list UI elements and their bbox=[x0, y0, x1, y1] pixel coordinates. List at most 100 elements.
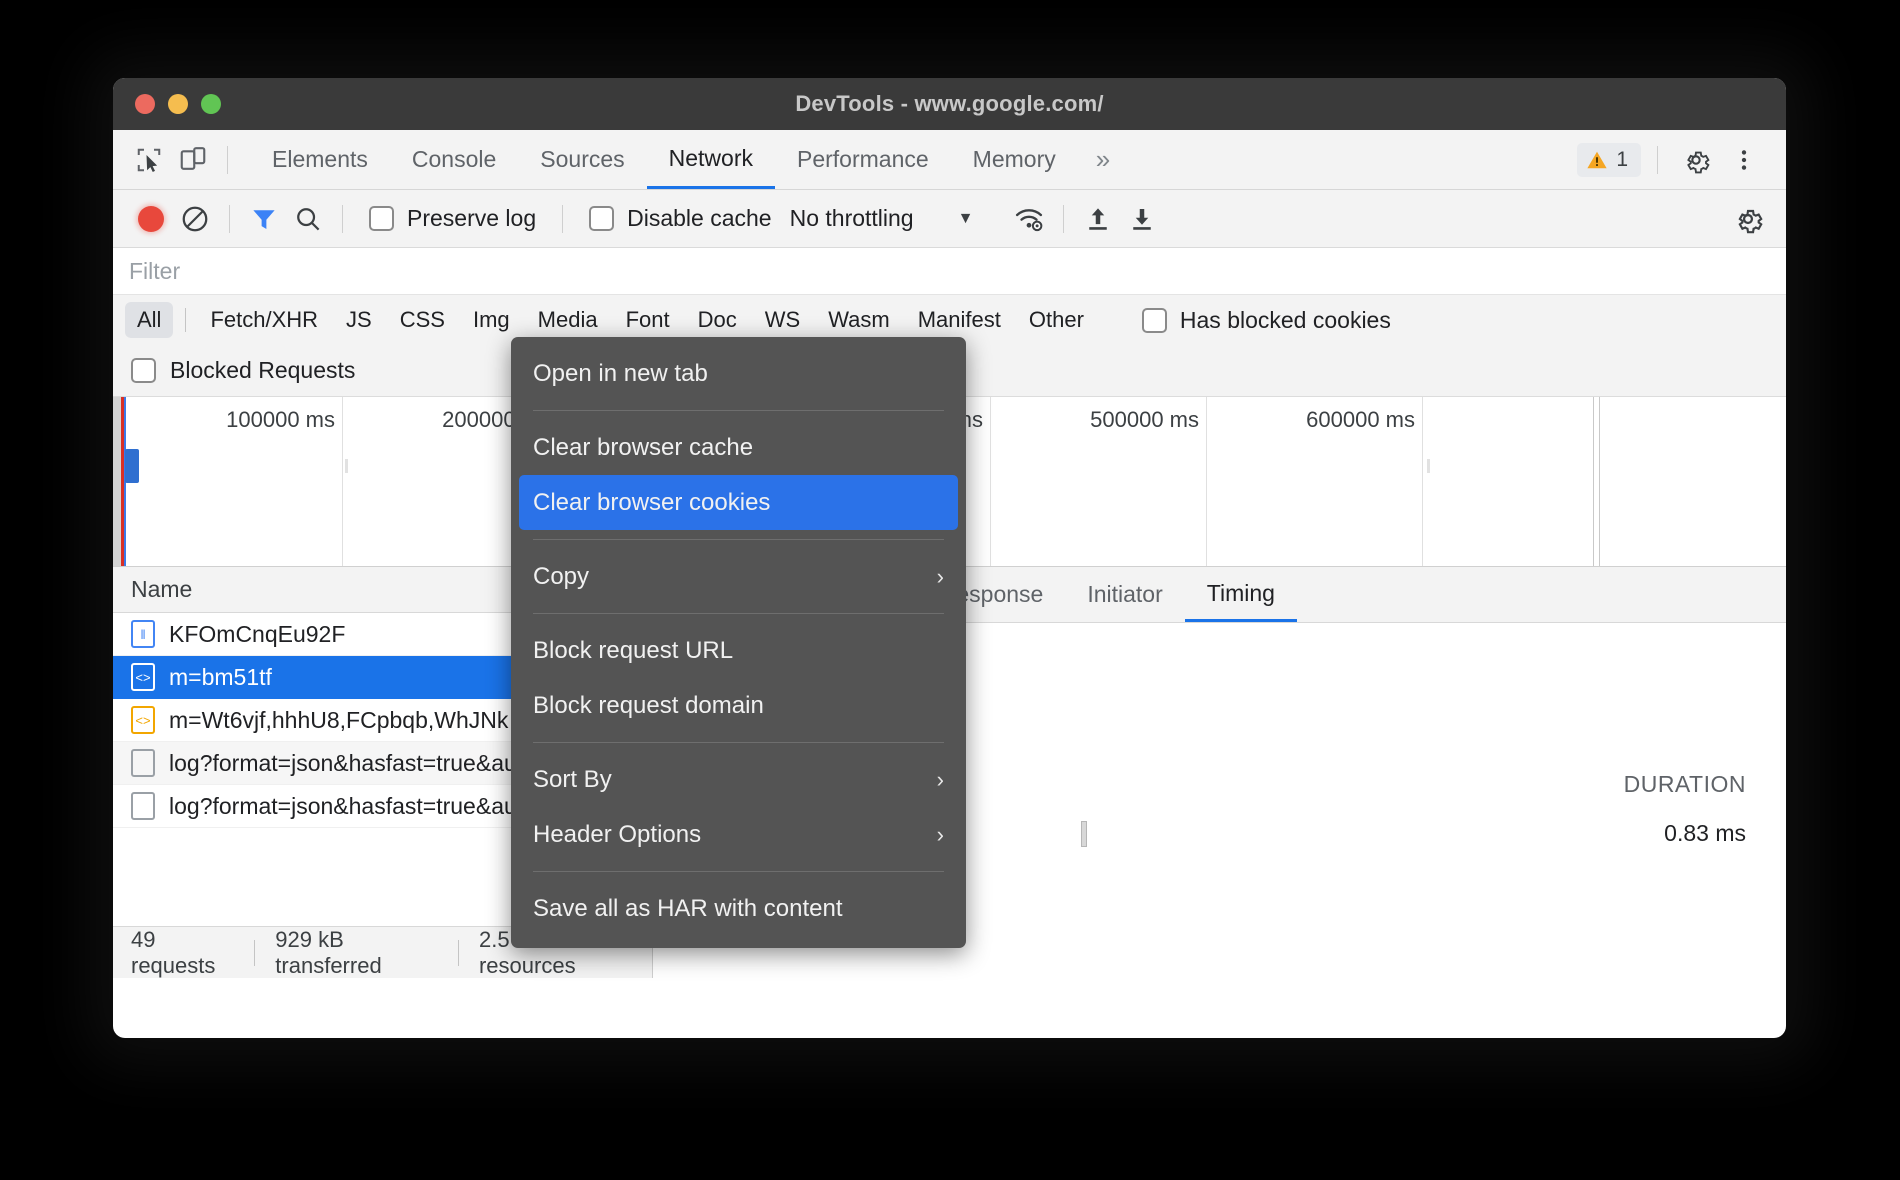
type-chip-other[interactable]: Other bbox=[1017, 302, 1096, 338]
tabstrip-right-controls: 1 bbox=[1577, 138, 1772, 182]
timing-row-value: 0.83 ms bbox=[1664, 820, 1746, 847]
menu-item-header-options[interactable]: Header Options › bbox=[511, 807, 966, 862]
toolbar-divider-4 bbox=[1063, 205, 1064, 233]
wifi-settings-icon[interactable] bbox=[1007, 197, 1051, 241]
has-blocked-cookies-checkbox[interactable] bbox=[1142, 308, 1167, 333]
preserve-log-checkbox[interactable] bbox=[369, 206, 394, 231]
overview-tick-label: 100000 ms bbox=[226, 407, 335, 433]
type-chip-img[interactable]: Img bbox=[461, 302, 522, 338]
tab-memory[interactable]: Memory bbox=[951, 130, 1078, 189]
type-chip-manifest[interactable]: Manifest bbox=[906, 302, 1013, 338]
type-chip-font[interactable]: Font bbox=[614, 302, 682, 338]
upload-arrow-icon[interactable] bbox=[1076, 197, 1120, 241]
toolbar-divider-3 bbox=[562, 205, 563, 233]
generic-file-icon bbox=[131, 749, 155, 777]
more-tabs-button[interactable]: » bbox=[1078, 130, 1128, 189]
chevron-down-icon[interactable]: ▼ bbox=[958, 210, 974, 228]
menu-item-sort-by[interactable]: Sort By › bbox=[511, 752, 966, 807]
menu-separator bbox=[533, 613, 944, 614]
filter-input-row[interactable]: Filter bbox=[113, 248, 1786, 295]
context-menu[interactable]: Open in new tab Clear browser cache Clea… bbox=[511, 337, 966, 948]
menu-item-clear-browser-cache[interactable]: Clear browser cache bbox=[511, 420, 966, 475]
type-chip-wasm[interactable]: Wasm bbox=[816, 302, 902, 338]
type-chip-all[interactable]: All bbox=[125, 302, 173, 338]
disable-cache-checkbox[interactable] bbox=[589, 206, 614, 231]
kebab-menu-icon[interactable] bbox=[1722, 138, 1766, 182]
script-file-icon: <> bbox=[131, 663, 155, 691]
chevron-right-icon: › bbox=[937, 822, 944, 848]
toolbar-divider bbox=[227, 146, 228, 174]
toolbar-divider-2 bbox=[342, 205, 343, 233]
menu-item-save-all-as-har[interactable]: Save all as HAR with content bbox=[511, 881, 966, 936]
download-arrow-icon[interactable] bbox=[1120, 197, 1164, 241]
menu-item-open-in-new-tab[interactable]: Open in new tab bbox=[511, 346, 966, 401]
window-traffic-lights[interactable] bbox=[135, 94, 221, 114]
has-blocked-cookies-row[interactable]: Has blocked cookies bbox=[1128, 307, 1405, 334]
network-toolbar: Preserve log Disable cache No throttling… bbox=[113, 190, 1786, 248]
overview-right-handle-2[interactable] bbox=[1599, 397, 1600, 566]
throttling-select-value[interactable]: No throttling bbox=[786, 205, 914, 232]
overview-minor-bar bbox=[345, 459, 348, 473]
blocked-requests-checkbox[interactable] bbox=[131, 358, 156, 383]
status-transferred: 929 kB transferred bbox=[275, 927, 438, 979]
gear-icon[interactable] bbox=[1674, 138, 1718, 182]
overview-tick-label: 600000 ms bbox=[1306, 407, 1415, 433]
request-name: m=bm51tf bbox=[169, 664, 272, 691]
minimize-window-button[interactable] bbox=[168, 94, 188, 114]
close-window-button[interactable] bbox=[135, 94, 155, 114]
tabstrip-divider bbox=[1657, 146, 1658, 174]
overview-gridline bbox=[1206, 397, 1207, 566]
menu-item-sort-by-label: Sort By bbox=[533, 766, 612, 794]
network-settings-gear-icon[interactable] bbox=[1726, 197, 1770, 241]
inspect-cursor-icon[interactable] bbox=[127, 138, 171, 182]
devtools-window: DevTools - www.google.com/ Elements bbox=[113, 78, 1786, 1038]
chevron-right-icon: › bbox=[937, 564, 944, 590]
type-chip-media[interactable]: Media bbox=[526, 302, 610, 338]
screenshot-root: DevTools - www.google.com/ Elements bbox=[0, 0, 1900, 1180]
timing-row-bar bbox=[1081, 821, 1087, 847]
menu-item-block-request-url[interactable]: Block request URL bbox=[511, 623, 966, 678]
tab-initiator[interactable]: Initiator bbox=[1065, 567, 1184, 622]
overview-gridline bbox=[1422, 397, 1423, 566]
menu-item-copy[interactable]: Copy › bbox=[511, 549, 966, 604]
status-divider bbox=[254, 940, 255, 966]
filter-funnel-icon[interactable] bbox=[242, 197, 286, 241]
warning-count: 1 bbox=[1616, 148, 1628, 172]
menu-item-block-request-domain[interactable]: Block request domain bbox=[511, 678, 966, 733]
chip-divider bbox=[185, 308, 186, 332]
tab-timing[interactable]: Timing bbox=[1185, 567, 1297, 622]
type-chip-fetch-xhr[interactable]: Fetch/XHR bbox=[198, 302, 330, 338]
status-divider bbox=[458, 940, 459, 966]
preserve-log-checkbox-row[interactable]: Preserve log bbox=[355, 205, 550, 232]
overview-left-handle[interactable] bbox=[113, 397, 121, 566]
device-toolbar-icon[interactable] bbox=[171, 138, 215, 182]
type-chip-doc[interactable]: Doc bbox=[686, 302, 749, 338]
search-magnifier-icon[interactable] bbox=[286, 197, 330, 241]
tab-sources[interactable]: Sources bbox=[518, 130, 646, 189]
disable-cache-checkbox-row[interactable]: Disable cache bbox=[575, 205, 785, 232]
menu-item-clear-browser-cookies[interactable]: Clear browser cookies bbox=[519, 475, 958, 530]
clear-no-entry-icon[interactable] bbox=[173, 197, 217, 241]
warning-badge[interactable]: 1 bbox=[1577, 143, 1641, 177]
tab-network[interactable]: Network bbox=[647, 130, 775, 189]
tab-performance[interactable]: Performance bbox=[775, 130, 951, 189]
toolbar-divider-1 bbox=[229, 205, 230, 233]
type-chip-js[interactable]: JS bbox=[334, 302, 384, 338]
filter-input[interactable]: Filter bbox=[129, 258, 180, 285]
panel-tabs: Elements Console Sources Network Perform… bbox=[250, 130, 1128, 189]
type-chip-ws[interactable]: WS bbox=[753, 302, 812, 338]
font-file-icon: ‖ bbox=[131, 620, 155, 648]
overview-request-bar bbox=[125, 449, 139, 483]
overview-right-handle[interactable] bbox=[1593, 397, 1594, 566]
request-name: KFOmCnqEu92F bbox=[169, 621, 345, 648]
status-requests-count: 49 requests bbox=[131, 927, 234, 979]
generic-file-icon bbox=[131, 792, 155, 820]
tab-elements[interactable]: Elements bbox=[250, 130, 390, 189]
tab-console[interactable]: Console bbox=[390, 130, 518, 189]
type-chip-css[interactable]: CSS bbox=[388, 302, 457, 338]
record-stop-icon[interactable] bbox=[129, 197, 173, 241]
request-name: m=Wt6vjf,hhhU8,FCpbqb,WhJNk bbox=[169, 707, 508, 734]
menu-separator bbox=[533, 410, 944, 411]
maximize-window-button[interactable] bbox=[201, 94, 221, 114]
warning-triangle-icon bbox=[1586, 149, 1608, 171]
